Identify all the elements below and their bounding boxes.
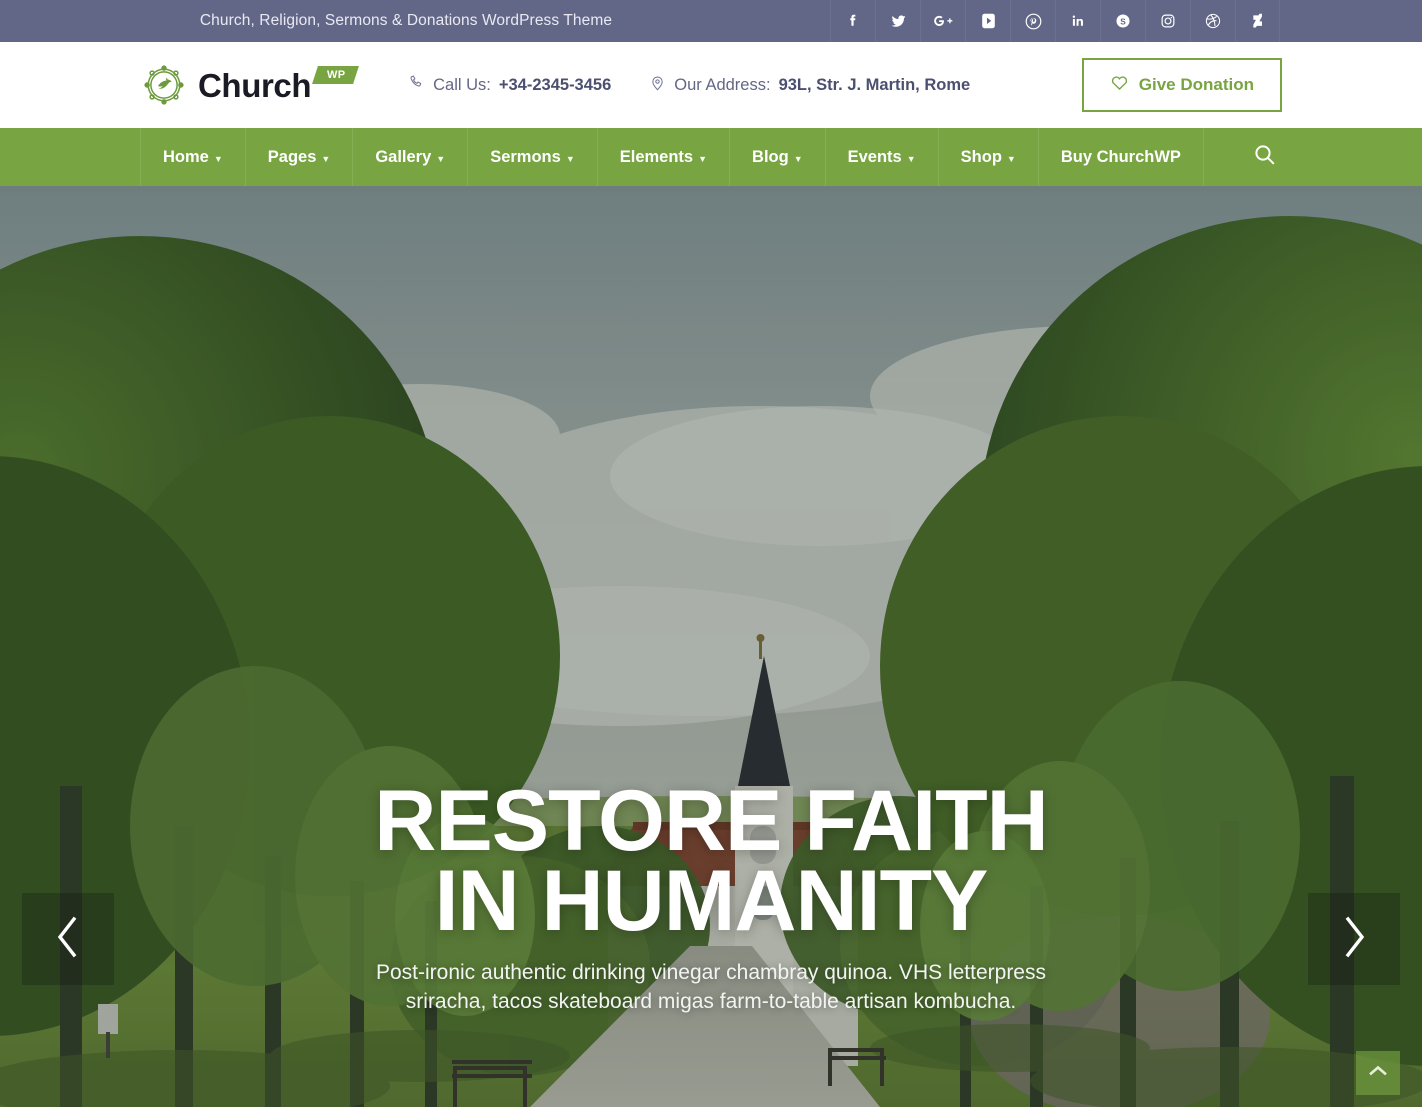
site-logo-text: Church	[198, 66, 312, 104]
social-link-instagram[interactable]	[1145, 0, 1190, 42]
nav-label: Events	[847, 147, 902, 166]
hero-title-line-1: RESTORE FAITH	[374, 773, 1049, 869]
slider-next-button[interactable]	[1308, 893, 1400, 985]
chevron-up-icon	[1368, 1064, 1388, 1082]
nav-item-events[interactable]: Events ▼	[826, 128, 939, 186]
nav-label: Buy ChurchWP	[1060, 147, 1181, 166]
hero-subtitle: Post-ironic authentic drinking vinegar c…	[120, 959, 1302, 1017]
nav-label: Blog	[752, 147, 789, 166]
nav-label: Elements	[619, 147, 694, 166]
nav-item-shop[interactable]: Shop ▼	[939, 128, 1039, 186]
phone-label: Call Us:	[433, 75, 491, 94]
chevron-down-icon: ▼	[1006, 153, 1016, 164]
social-link-youtube[interactable]	[965, 0, 1010, 42]
pinterest-icon	[1024, 12, 1043, 31]
map-pin-icon	[649, 74, 666, 97]
instagram-icon	[1159, 12, 1177, 30]
chevron-down-icon: ▼	[436, 153, 446, 164]
top-bar: Church, Religion, Sermons & Donations Wo…	[0, 0, 1422, 42]
google-plus-icon	[932, 12, 954, 30]
nav-item-elements[interactable]: Elements ▼	[598, 128, 731, 186]
chevron-left-icon	[51, 911, 85, 968]
deviantart-icon	[1250, 12, 1266, 31]
nav-item-buy-churchwp[interactable]: Buy ChurchWP	[1039, 128, 1204, 186]
twitter-icon	[889, 12, 908, 31]
hero-title-line-2: IN HUMANITY	[434, 852, 989, 949]
give-donation-button[interactable]: Give Donation	[1081, 58, 1282, 112]
youtube-icon	[981, 12, 996, 30]
social-link-deviantart[interactable]	[1235, 0, 1280, 42]
chevron-down-icon: ▼	[698, 153, 708, 164]
hero-caption: RESTORE FAITH IN HUMANITY Post-ironic au…	[0, 773, 1422, 1017]
phone-value: +34-2345-3456	[498, 75, 612, 94]
hero-subtitle-line-1: Post-ironic authentic drinking vinegar c…	[375, 960, 1046, 984]
contact-address[interactable]: Our Address: 93L, Str. J. Martin, Rome	[649, 74, 970, 97]
address-value: 93L, Str. J. Martin, Rome	[778, 75, 971, 94]
skype-icon: S	[1114, 12, 1132, 30]
dribbble-icon	[1204, 12, 1222, 30]
nav-label: Gallery	[375, 147, 432, 166]
social-link-dribbble[interactable]	[1190, 0, 1235, 42]
social-link-facebook[interactable]	[830, 0, 875, 42]
social-link-skype[interactable]: S	[1100, 0, 1145, 42]
nav-item-gallery[interactable]: Gallery ▼	[353, 128, 469, 186]
chevron-down-icon: ▼	[565, 153, 575, 164]
social-links: S	[830, 0, 1280, 42]
slider-prev-button[interactable]	[22, 893, 114, 985]
site-header: Church WP Call Us: +34-2345-3456 Our Add…	[0, 42, 1422, 128]
nav-label: Home	[163, 147, 209, 166]
contact-phone[interactable]: Call Us: +34-2345-3456	[408, 74, 611, 96]
social-link-linkedin[interactable]	[1055, 0, 1100, 42]
chevron-down-icon: ▼	[213, 153, 223, 164]
dove-emblem-icon	[140, 61, 188, 109]
address-label: Our Address:	[674, 75, 771, 94]
nav-item-sermons[interactable]: Sermons ▼	[468, 128, 598, 186]
nav-label: Shop	[960, 147, 1002, 166]
phone-icon	[408, 74, 425, 96]
give-donation-label: Give Donation	[1138, 75, 1254, 94]
social-link-twitter[interactable]	[875, 0, 920, 42]
main-navigation: Home ▼ Pages ▼ Gallery ▼ Sermons ▼ Eleme…	[0, 128, 1422, 186]
nav-item-home[interactable]: Home ▼	[140, 128, 246, 186]
hero-slider: RESTORE FAITH IN HUMANITY Post-ironic au…	[0, 186, 1422, 1107]
chevron-down-icon: ▼	[793, 153, 803, 164]
hero-subtitle-line-2: sriracha, tacos skateboard migas farm-to…	[405, 989, 1017, 1013]
site-logo[interactable]: Church WP	[140, 61, 359, 109]
nav-item-pages[interactable]: Pages ▼	[246, 128, 354, 186]
social-link-google-plus[interactable]	[920, 0, 965, 42]
nav-label: Sermons	[490, 147, 561, 166]
linkedin-icon	[1069, 12, 1087, 30]
site-tagline: Church, Religion, Sermons & Donations Wo…	[199, 12, 613, 29]
header-contact-info: Call Us: +34-2345-3456 Our Address: 93L,…	[408, 74, 970, 97]
chevron-right-icon	[1337, 911, 1371, 968]
search-icon	[1252, 142, 1278, 173]
nav-label: Pages	[267, 147, 317, 166]
wp-badge: WP	[312, 66, 359, 84]
svg-text:S: S	[1120, 17, 1126, 26]
chevron-down-icon: ▼	[321, 153, 331, 164]
facebook-icon	[844, 12, 862, 30]
hero-title: RESTORE FAITH IN HUMANITY	[120, 773, 1302, 949]
search-toggle[interactable]	[1248, 128, 1282, 186]
nav-item-blog[interactable]: Blog ▼	[730, 128, 826, 186]
heart-icon	[1110, 74, 1129, 96]
scroll-to-top-button[interactable]	[1356, 1051, 1400, 1095]
chevron-down-icon: ▼	[906, 153, 916, 164]
social-link-pinterest[interactable]	[1010, 0, 1055, 42]
